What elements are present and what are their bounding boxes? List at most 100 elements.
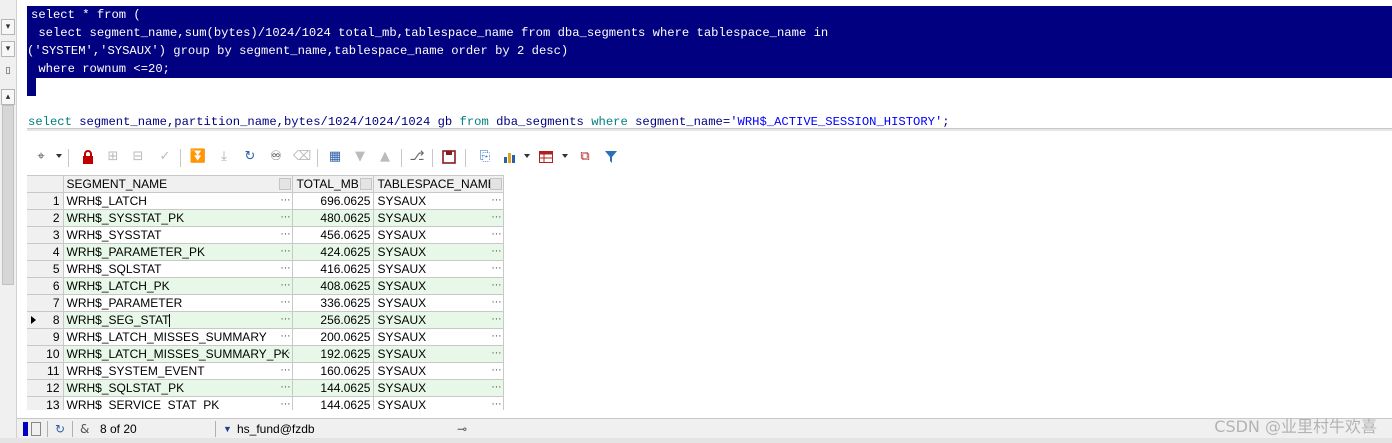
row-number[interactable]: 13 xyxy=(27,396,64,410)
ellipsis-button-icon[interactable]: ⋯ xyxy=(280,346,290,362)
ellipsis-button-icon[interactable]: ⋯ xyxy=(280,397,290,410)
cell-tablespace-name[interactable]: SYSAUX ⋯ xyxy=(373,260,505,278)
dropdown-arrow-icon[interactable] xyxy=(562,154,568,158)
cell-segment-name[interactable]: WRH$_LATCH_PK ⋯ xyxy=(63,277,294,295)
fetch-next-icon[interactable]: ⏬ xyxy=(190,149,206,165)
ellipsis-button-icon[interactable]: ⋯ xyxy=(280,295,290,311)
cell-total-mb[interactable]: 192.0625 xyxy=(292,345,375,363)
ellipsis-button-icon[interactable]: ⋯ xyxy=(491,329,501,345)
sql-editor[interactable]: select * from ( select segment_name,sum(… xyxy=(27,0,1392,129)
compare-icon[interactable]: ⧉ xyxy=(577,149,593,165)
grid-table-icon[interactable] xyxy=(538,149,554,165)
chevron-down-icon[interactable]: ▾ xyxy=(1,19,15,35)
cell-segment-name[interactable]: WRH$_SYSSTAT ⋯ xyxy=(63,226,294,244)
ellipsis-button-icon[interactable]: ⋯ xyxy=(491,295,501,311)
cell-tablespace-name[interactable]: SYSAUX ⋯ xyxy=(373,328,505,346)
cell-tablespace-name[interactable]: SYSAUX ⋯ xyxy=(373,226,505,244)
cell-segment-name[interactable]: WRH$_PARAMETER_PK ⋯ xyxy=(63,243,294,261)
cell-total-mb[interactable]: 200.0625 xyxy=(292,328,375,346)
row-number[interactable]: 10 xyxy=(27,345,64,363)
cell-total-mb[interactable]: 160.0625 xyxy=(292,362,375,380)
cell-segment-name[interactable]: WRH$_PARAMETER ⋯ xyxy=(63,294,294,312)
sort-desc-icon[interactable]: ▼ xyxy=(352,149,368,165)
cell-segment-name[interactable]: WRH$_LATCH ⋯ xyxy=(63,192,294,210)
save-icon[interactable] xyxy=(441,149,457,165)
editor-splitter[interactable] xyxy=(27,128,1392,131)
table-row[interactable]: 13 WRH$_SERVICE_STAT_PK ⋯ 144.0625 SYSAUX ⋯ xyxy=(27,396,505,410)
cell-total-mb[interactable]: 480.0625 xyxy=(292,209,375,227)
cell-tablespace-name[interactable]: SYSAUX ⋯ xyxy=(373,311,505,329)
cell-total-mb[interactable]: 696.0625 xyxy=(292,192,375,210)
single-record-view-icon[interactable]: ▦ xyxy=(327,149,343,165)
cell-segment-name[interactable]: WRH$_SEG_STAT ⋯ xyxy=(63,311,294,329)
table-row[interactable]: 1 WRH$_LATCH ⋯ 696.0625 SYSAUX ⋯ xyxy=(27,192,505,210)
table-row[interactable]: 4 WRH$_PARAMETER_PK ⋯ 424.0625 SYSAUX ⋯ xyxy=(27,243,505,261)
ellipsis-button-icon[interactable]: ⋯ xyxy=(280,329,290,345)
cell-tablespace-name[interactable]: SYSAUX ⋯ xyxy=(373,362,505,380)
table-row[interactable]: 6 WRH$_LATCH_PK ⋯ 408.0625 SYSAUX ⋯ xyxy=(27,277,505,295)
column-header-tablespace-name[interactable]: TABLESPACE_NAME xyxy=(373,175,505,193)
column-header-total-mb[interactable]: TOTAL_MB xyxy=(292,175,375,193)
row-number[interactable]: 4 xyxy=(27,243,64,261)
document-icon[interactable]: ▯ xyxy=(1,64,15,80)
chevron-down-icon[interactable]: ▾ xyxy=(1,41,15,57)
result-grid[interactable]: SEGMENT_NAME TOTAL_MB TABLESPACE_NAME 1W… xyxy=(27,175,1392,410)
ellipsis-button-icon[interactable]: ⋯ xyxy=(491,278,501,294)
fetch-last-icon[interactable]: ⤓ xyxy=(216,149,232,165)
ellipsis-button-icon[interactable]: ⋯ xyxy=(491,261,501,277)
row-number[interactable]: 3 xyxy=(27,226,64,244)
table-row[interactable]: 11 WRH$_SYSTEM_EVENT ⋯ 160.0625 SYSAUX ⋯ xyxy=(27,362,505,380)
post-changes-icon[interactable]: ✓ xyxy=(157,149,173,165)
ellipsis-button-icon[interactable]: ⋯ xyxy=(280,278,290,294)
sort-asc-icon[interactable]: ▲ xyxy=(377,149,393,165)
dropdown-arrow-icon[interactable] xyxy=(524,154,530,158)
scroll-up-icon[interactable]: ▴ xyxy=(1,89,15,105)
row-number[interactable]: 8 xyxy=(27,311,64,329)
cell-tablespace-name[interactable]: SYSAUX ⋯ xyxy=(373,396,505,410)
row-number[interactable]: 2 xyxy=(27,209,64,227)
select-columns-icon[interactable]: ⌖ xyxy=(33,149,49,165)
row-number[interactable]: 5 xyxy=(27,260,64,278)
ellipsis-button-icon[interactable]: ⋯ xyxy=(491,346,501,362)
ellipsis-button-icon[interactable]: ⋯ xyxy=(491,244,501,260)
cell-segment-name[interactable]: WRH$_SYSTEM_EVENT ⋯ xyxy=(63,362,294,380)
lock-icon[interactable] xyxy=(80,149,96,165)
ellipsis-button-icon[interactable]: ⋯ xyxy=(491,397,501,410)
cell-total-mb[interactable]: 144.0625 xyxy=(292,379,375,397)
row-number[interactable]: 12 xyxy=(27,379,64,397)
refresh-status-icon[interactable]: ↻ xyxy=(55,421,65,437)
ellipsis-button-icon[interactable]: ⋯ xyxy=(491,227,501,243)
cell-tablespace-name[interactable]: SYSAUX ⋯ xyxy=(373,294,505,312)
cell-tablespace-name[interactable]: SYSAUX ⋯ xyxy=(373,345,505,363)
dropdown-arrow-icon[interactable] xyxy=(56,154,62,158)
refresh-icon[interactable]: ↻ xyxy=(242,149,258,165)
cell-segment-name[interactable]: WRH$_SQLSTAT ⋯ xyxy=(63,260,294,278)
cell-segment-name[interactable]: WRH$_SERVICE_STAT_PK ⋯ xyxy=(63,396,294,410)
cell-tablespace-name[interactable]: SYSAUX ⋯ xyxy=(373,209,505,227)
connection-name[interactable]: hs_fund@fzdb xyxy=(237,421,315,437)
ellipsis-button-icon[interactable]: ⋯ xyxy=(491,312,501,328)
table-row[interactable]: 8 WRH$_SEG_STAT ⋯ 256.0625 SYSAUX ⋯ xyxy=(27,311,505,329)
cell-segment-name[interactable]: WRH$_LATCH_MISSES_SUMMARY_PK ⋯ xyxy=(63,345,294,363)
table-row[interactable]: 2 WRH$_SYSSTAT_PK ⋯ 480.0625 SYSAUX ⋯ xyxy=(27,209,505,227)
table-row[interactable]: 3 WRH$_SYSSTAT ⋯ 456.0625 SYSAUX ⋯ xyxy=(27,226,505,244)
table-row[interactable]: 12 WRH$_SQLSTAT_PK ⋯ 144.0625 SYSAUX ⋯ xyxy=(27,379,505,397)
cell-tablespace-name[interactable]: SYSAUX ⋯ xyxy=(373,379,505,397)
table-row[interactable]: 5 WRH$_SQLSTAT ⋯ 416.0625 SYSAUX ⋯ xyxy=(27,260,505,278)
table-row[interactable]: 10 WRH$_LATCH_MISSES_SUMMARY_PK ⋯ 192.0625 S… xyxy=(27,345,505,363)
cell-total-mb[interactable]: 144.0625 xyxy=(292,396,375,410)
query-by-example-icon[interactable]: ⎇ xyxy=(409,149,425,165)
cell-segment-name[interactable]: WRH$_SYSSTAT_PK ⋯ xyxy=(63,209,294,227)
filter-icon[interactable] xyxy=(603,149,619,165)
ellipsis-button-icon[interactable]: ⋯ xyxy=(491,210,501,226)
new-record-icon[interactable]: ⊞ xyxy=(105,149,121,165)
chart-icon[interactable] xyxy=(502,149,518,165)
cell-tablespace-name[interactable]: SYSAUX ⋯ xyxy=(373,243,505,261)
row-number[interactable]: 6 xyxy=(27,277,64,295)
find-icon[interactable]: ♾ xyxy=(268,149,284,165)
cell-segment-name[interactable]: WRH$_SQLSTAT_PK ⋯ xyxy=(63,379,294,397)
cell-total-mb[interactable]: 456.0625 xyxy=(292,226,375,244)
ellipsis-button-icon[interactable]: ⋯ xyxy=(280,363,290,379)
ellipsis-button-icon[interactable]: ⋯ xyxy=(280,380,290,396)
ellipsis-button-icon[interactable]: ⋯ xyxy=(491,193,501,209)
